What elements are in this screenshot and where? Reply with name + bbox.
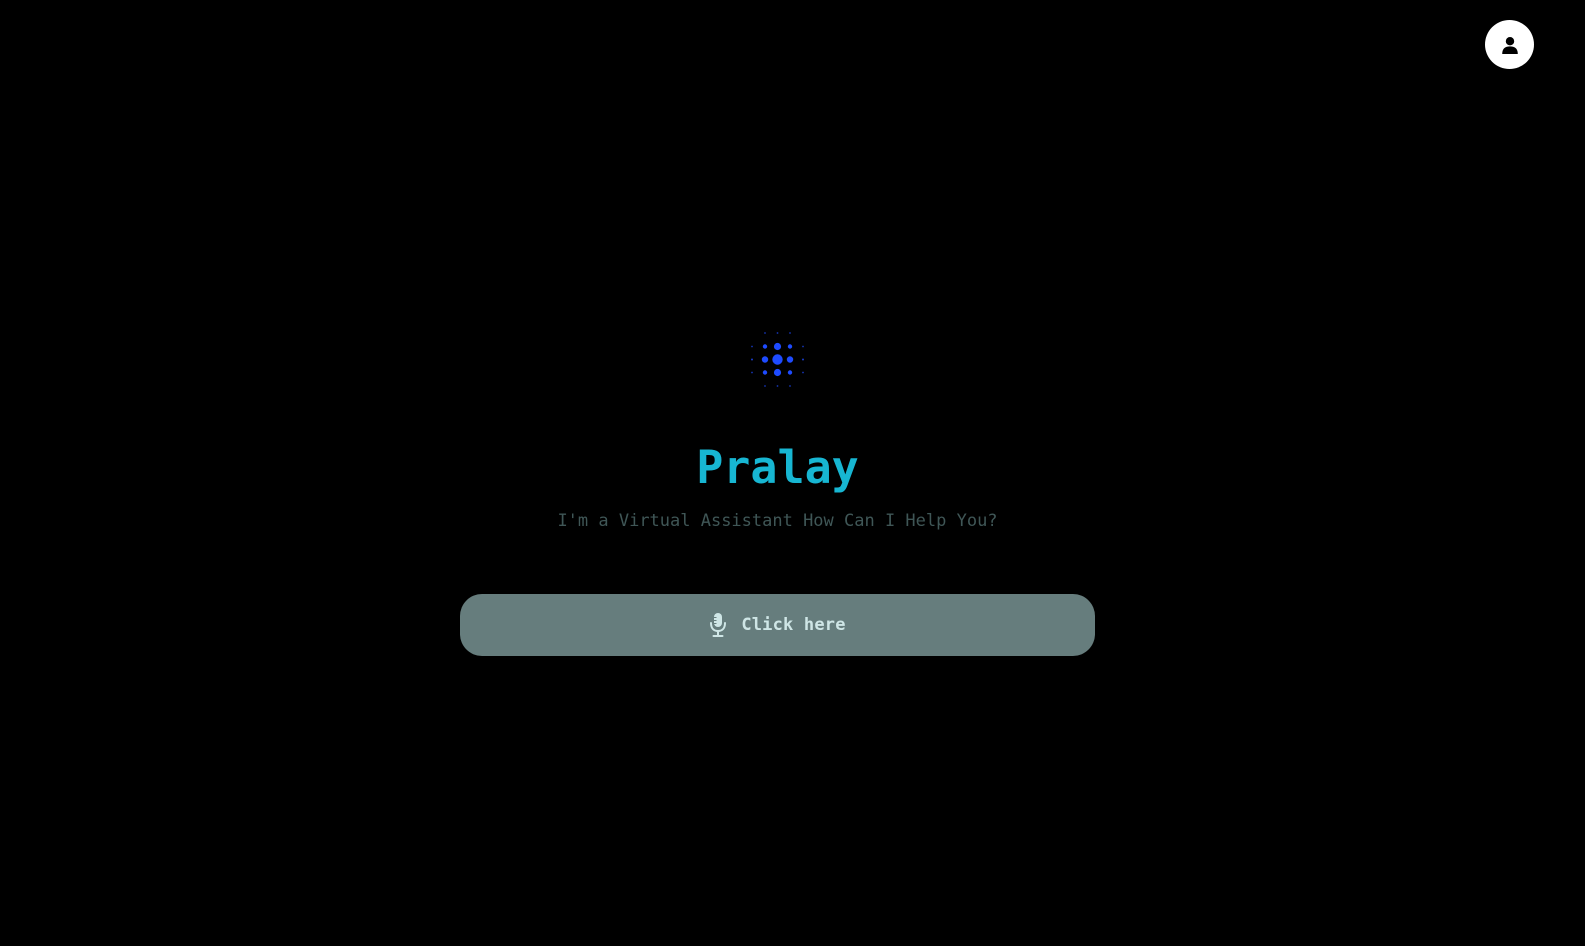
assistant-name-title: Pralay <box>696 441 859 494</box>
user-icon <box>1500 35 1520 55</box>
voice-input-button-label: Click here <box>741 615 846 635</box>
assistant-tagline: I'm a Virtual Assistant How Can I Help Y… <box>557 511 998 531</box>
dot-matrix-orb-icon <box>745 327 810 392</box>
voice-input-button[interactable]: Click here <box>460 594 1095 656</box>
microphone-icon <box>709 612 727 638</box>
page: Pralay I'm a Virtual Assistant How Can I… <box>0 0 1585 946</box>
profile-button[interactable] <box>1485 20 1534 69</box>
